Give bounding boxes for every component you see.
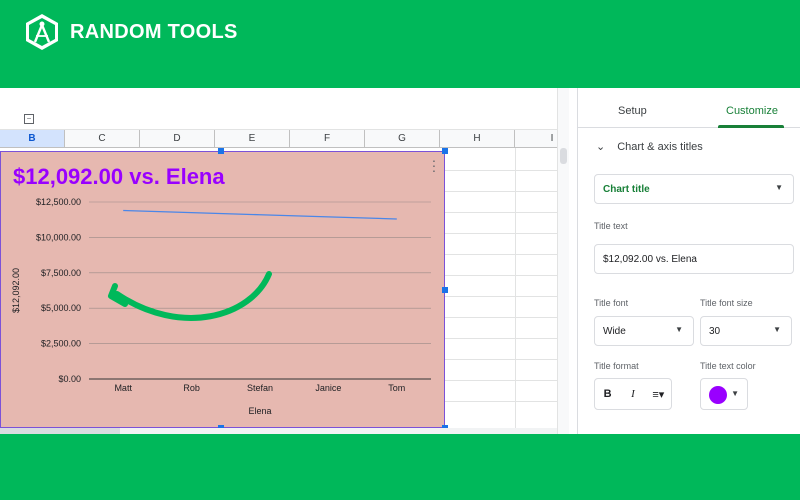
title-type-select[interactable]: Chart title ▼: [594, 174, 794, 204]
title-text-label: Title text: [594, 221, 628, 231]
title-type-value: Chart title: [603, 184, 650, 195]
tab-customize[interactable]: Customize: [726, 105, 778, 117]
annotation-arrow: [114, 271, 272, 321]
chart-editor-panel: Setup Customize ⌄ Chart & axis titles Ch…: [577, 88, 800, 434]
title-font-label: Title font: [594, 298, 629, 308]
resize-handle[interactable]: [218, 148, 224, 154]
screenshot: − B C D E F G H I $0.00 $2,500.00 $5,000.0…: [0, 88, 800, 434]
column-header-e[interactable]: E: [215, 130, 290, 148]
vertical-scrollbar[interactable]: [557, 88, 569, 434]
column-header-c[interactable]: C: [65, 130, 140, 148]
column-header-i[interactable]: I: [515, 130, 557, 148]
dropdown-arrow-icon: ▼: [773, 325, 781, 334]
chevron-down-icon: ⌄: [596, 141, 606, 153]
active-tab-indicator: [718, 125, 784, 128]
title-text-color-label: Title text color: [700, 361, 756, 371]
bold-button[interactable]: B: [599, 388, 617, 400]
x-tick-label: Rob: [183, 383, 200, 393]
horizontal-scrollbar[interactable]: [0, 428, 557, 434]
scrollbar-thumb[interactable]: [560, 148, 567, 164]
title-text-input[interactable]: $12,092.00 vs. Elena: [594, 244, 794, 274]
title-font-size-select[interactable]: 30 ▼: [700, 316, 792, 346]
chart-menu-icon[interactable]: · · ·: [431, 153, 437, 177]
y-tick-label: $12,500.00: [36, 197, 81, 207]
compass-icon: [26, 14, 58, 50]
y-tick-label: $2,500.00: [41, 339, 81, 349]
dropdown-arrow-icon: ▼: [675, 325, 683, 334]
brand-name: RANDOM TOOLS: [70, 20, 238, 43]
y-tick-label: $10,000.00: [36, 232, 81, 242]
x-tick-label: Stefan: [247, 383, 273, 393]
chart-svg: $0.00 $2,500.00 $5,000.00 $7,500.00 $10,000.…: [11, 164, 431, 416]
color-swatch: [709, 386, 727, 404]
title-text-value: $12,092.00 vs. Elena: [603, 254, 697, 265]
title-format-label: Title format: [594, 361, 639, 371]
title-text-color-button[interactable]: ▼: [700, 378, 748, 410]
y-tick-label: $5,000.00: [41, 303, 81, 313]
title-font-size-label: Title font size: [700, 298, 753, 308]
title-format-group: B I ≡▾: [594, 378, 672, 410]
dropdown-arrow-icon: ▼: [731, 389, 739, 398]
title-font-size-value: 30: [709, 326, 721, 337]
editor-tabs: Setup Customize: [578, 88, 800, 128]
column-header-h[interactable]: H: [440, 130, 515, 148]
dropdown-arrow-icon: ▼: [775, 183, 783, 192]
x-axis-title: Elena: [248, 406, 271, 416]
spreadsheet: − B C D E F G H I $0.00 $2,500.00 $5,000.0…: [0, 88, 557, 434]
title-font-value: Wide: [603, 326, 626, 337]
title-font-select[interactable]: Wide ▼: [594, 316, 694, 346]
align-left-icon[interactable]: ≡▾: [649, 388, 667, 401]
x-tick-label: Tom: [388, 383, 405, 393]
section-chart-axis-titles[interactable]: ⌄ Chart & axis titles: [596, 140, 703, 154]
column-header-d[interactable]: D: [140, 130, 215, 148]
italic-button[interactable]: I: [624, 388, 642, 400]
collapse-icon[interactable]: −: [24, 114, 34, 124]
scrollbar-thumb[interactable]: [0, 428, 120, 434]
brand: RANDOM TOOLS: [22, 12, 238, 52]
tab-setup[interactable]: Setup: [618, 105, 647, 117]
x-tick-label: Matt: [114, 383, 132, 393]
column-header-g[interactable]: G: [365, 130, 440, 148]
chart-title: $12,092.00 vs. Elena: [13, 164, 225, 189]
y-tick-label: $7,500.00: [41, 268, 81, 278]
resize-handle[interactable]: [442, 148, 448, 154]
section-title: Chart & axis titles: [617, 140, 703, 153]
y-tick-label: $0.00: [58, 374, 81, 384]
formula-row: −: [0, 108, 557, 130]
column-header-b[interactable]: B: [0, 130, 65, 148]
chart[interactable]: $0.00 $2,500.00 $5,000.00 $7,500.00 $10,000.…: [0, 151, 445, 428]
column-header-f[interactable]: F: [290, 130, 365, 148]
y-axis-title: $12,092.00: [11, 268, 21, 313]
series-line: [123, 209, 397, 220]
resize-handle[interactable]: [442, 287, 448, 293]
x-tick-label: Janice: [315, 383, 341, 393]
